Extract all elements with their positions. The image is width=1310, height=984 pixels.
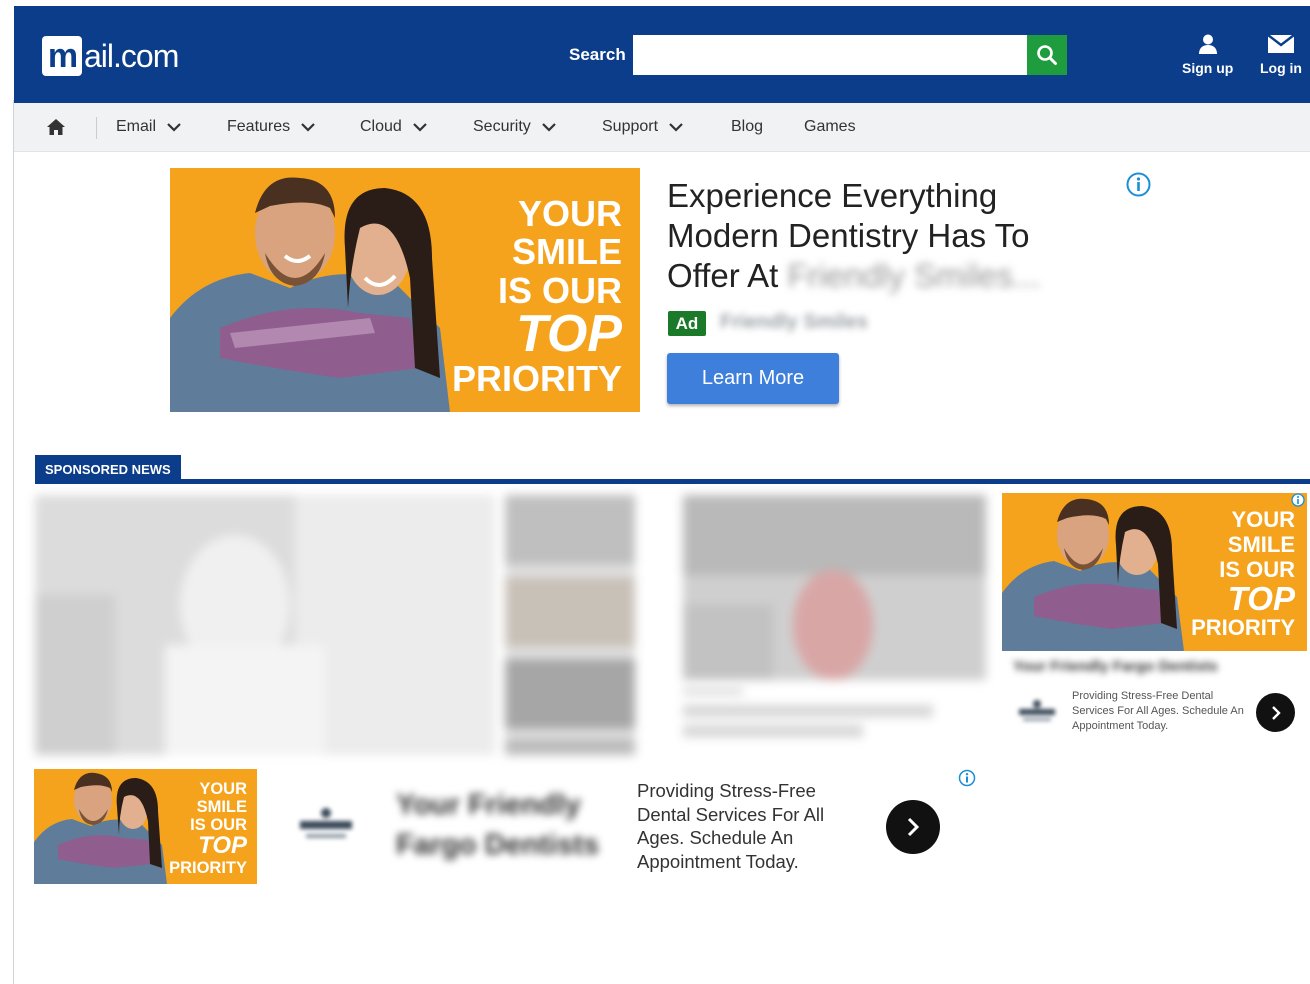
bottom-ad-text-1: YOUR xyxy=(199,780,247,798)
logo-m-mark: m xyxy=(42,36,82,76)
dentist-logo xyxy=(1019,700,1055,721)
info-icon[interactable] xyxy=(1291,493,1305,507)
side-ad-text-2: SMILE xyxy=(1227,532,1295,557)
info-icon[interactable] xyxy=(958,769,976,787)
user-icon xyxy=(1198,34,1217,54)
signup-button[interactable]: Sign up xyxy=(1182,33,1233,76)
mailcom-logo[interactable]: m ail.com xyxy=(42,32,179,76)
news-thumbnail xyxy=(35,495,495,755)
nav-item-label: Email xyxy=(116,118,157,135)
chevron-down-icon xyxy=(542,123,556,132)
side-ad-text-4: TOP xyxy=(1227,580,1295,617)
dentist-logo xyxy=(300,808,352,838)
nav-item-security[interactable]: Security xyxy=(473,118,557,136)
main-nav: Email Features Cloud Security Support Bl… xyxy=(14,103,1310,152)
ad-headline-blurred: Friendly Smiles... xyxy=(787,257,1041,294)
nav-item-label: Support xyxy=(602,118,659,135)
home-icon xyxy=(47,119,65,135)
side-ad-next-button[interactable] xyxy=(1256,693,1295,732)
nav-item-games[interactable]: Games xyxy=(804,118,856,136)
nav-item-email[interactable]: Email xyxy=(116,118,182,136)
nav-item-label: Blog xyxy=(731,118,764,135)
logo-wordmark: ail.com xyxy=(84,38,179,74)
news-card-main[interactable] xyxy=(35,495,495,755)
news-caption-lines xyxy=(683,687,933,737)
chevron-right-icon xyxy=(1271,705,1281,720)
bottom-ad-image[interactable]: YOUR SMILE IS OUR TOP PRIORITY xyxy=(34,769,257,884)
page: m ail.com Search Sign up Log in Email Fe… xyxy=(0,0,1310,984)
chevron-down-icon xyxy=(167,123,181,132)
ad-image-text-4: TOP xyxy=(516,305,622,363)
ad-badge: Ad xyxy=(668,311,706,336)
chevron-down-icon xyxy=(669,123,683,132)
nav-item-label: Features xyxy=(227,118,291,135)
header-bar: m ail.com Search Sign up Log in xyxy=(14,6,1310,103)
ad-image-text-3: IS OUR xyxy=(497,270,622,311)
home-button[interactable] xyxy=(46,117,66,142)
side-ad-title[interactable]: Your Friendly Fargo Dentists xyxy=(1013,658,1218,675)
signup-label: Sign up xyxy=(1182,60,1234,76)
search-button[interactable] xyxy=(1027,35,1067,75)
chevron-down-icon xyxy=(413,123,427,132)
nav-item-features[interactable]: Features xyxy=(227,118,316,136)
login-label: Log in xyxy=(1260,60,1302,76)
nav-item-blog[interactable]: Blog xyxy=(731,118,763,136)
news-thumbnail-strip[interactable] xyxy=(505,495,635,755)
bottom-ad-text-2: SMILE xyxy=(196,798,247,816)
info-icon[interactable] xyxy=(1126,172,1151,197)
ad-image-text-5: PRIORITY xyxy=(451,358,622,399)
ad-source-name: Friendly Smiles xyxy=(720,311,868,333)
nav-item-label: Cloud xyxy=(360,118,402,135)
side-ad-text-1: YOUR xyxy=(1231,507,1295,532)
login-button[interactable]: Log in xyxy=(1260,33,1302,76)
bottom-ad-description: Providing Stress-Free Dental Services Fo… xyxy=(637,780,825,872)
side-ad-image[interactable]: YOUR SMILE IS OUR TOP PRIORITY xyxy=(1002,493,1307,651)
sponsored-news-divider xyxy=(35,479,1310,484)
chevron-down-icon xyxy=(301,123,315,132)
ad-image-text-2: SMILE xyxy=(511,231,622,272)
envelope-icon xyxy=(1267,34,1295,53)
news-thumbnails xyxy=(505,495,635,755)
left-border xyxy=(13,100,14,984)
news-thumbnail xyxy=(683,495,986,680)
search-icon xyxy=(1037,45,1057,65)
bottom-ad-title[interactable]: Your Friendly Fargo Dentists xyxy=(396,785,606,865)
nav-item-cloud[interactable]: Cloud xyxy=(360,118,428,136)
bottom-ad-next-button[interactable] xyxy=(886,800,940,854)
side-ad-text-3: IS OUR xyxy=(1219,557,1295,582)
ad-image-text-1: YOUR xyxy=(517,193,622,234)
side-ad-text-5: PRIORITY xyxy=(1191,615,1295,640)
search-input[interactable] xyxy=(633,35,1027,75)
nav-item-label: Games xyxy=(804,118,856,135)
nav-divider xyxy=(96,117,97,139)
news-card-secondary-caption[interactable] xyxy=(683,685,943,745)
nav-item-label: Security xyxy=(473,118,531,135)
side-ad-description: Providing Stress-Free Dental Services Fo… xyxy=(1072,690,1244,732)
ad-banner-image[interactable]: YOUR SMILE IS OUR TOP PRIORITY xyxy=(170,168,640,412)
news-card-secondary[interactable] xyxy=(683,495,986,680)
search-label: Search xyxy=(569,45,626,64)
chevron-right-icon xyxy=(907,817,920,837)
ad-headline[interactable]: Experience Everything Modern Dentistry H… xyxy=(667,176,1087,296)
nav-item-support[interactable]: Support xyxy=(602,118,684,136)
bottom-ad-text-4: TOP xyxy=(198,832,247,859)
bottom-ad-text-5: PRIORITY xyxy=(169,859,247,877)
learn-more-button[interactable]: Learn More xyxy=(667,353,839,404)
